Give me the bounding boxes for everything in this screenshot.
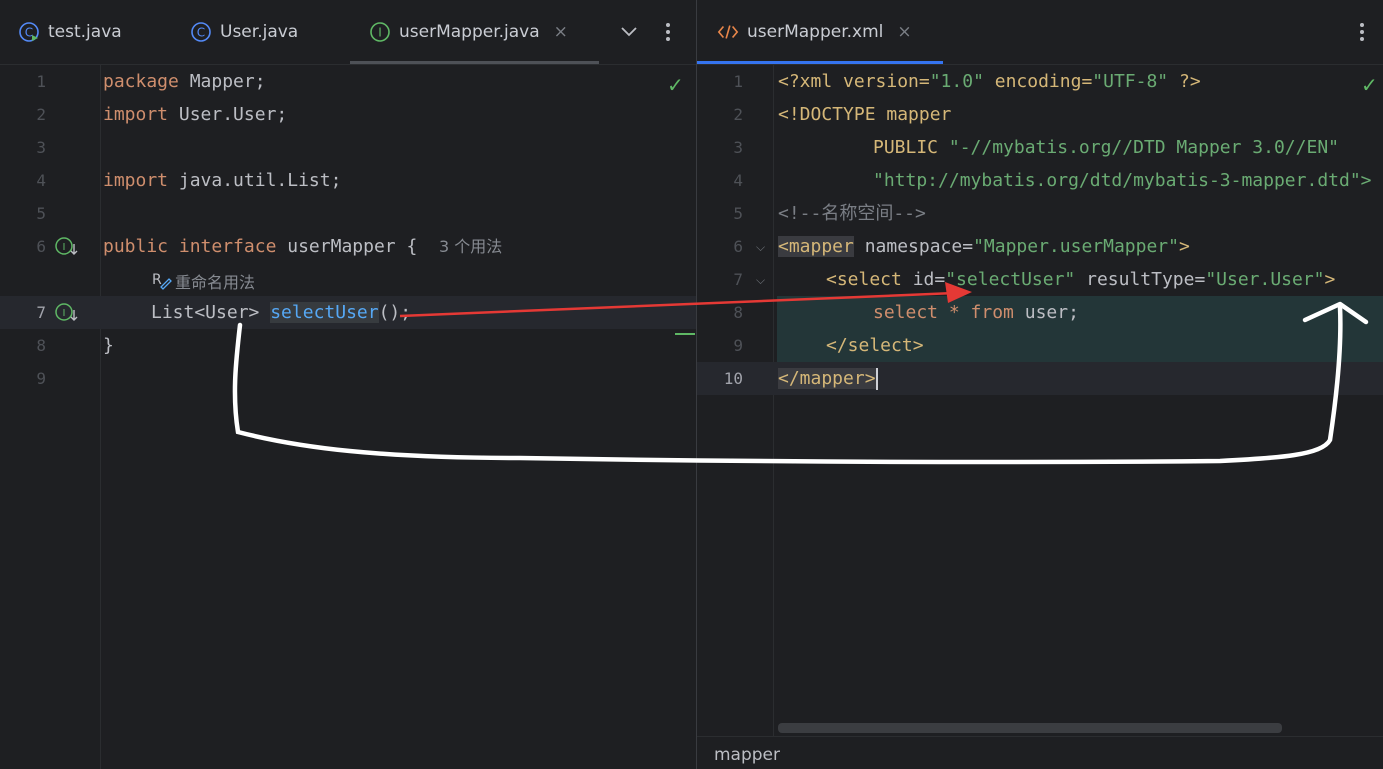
breadcrumb-item[interactable]: mapper: [714, 745, 780, 765]
code-line: 8 select * from user;: [733, 302, 1079, 323]
code-line: 7 I List<User> selectUser();: [36, 302, 412, 324]
left-tab-bar: C test.java C User.java I userMapper.jav…: [0, 0, 696, 65]
tab-label: test.java: [48, 22, 122, 42]
code-line: 6 I public interface userMapper { 3 个用法: [36, 236, 503, 258]
right-editor-pane: userMapper.xml × 1 <?xml version="1.0" e…: [697, 0, 1383, 769]
left-editor-pane: C test.java C User.java I userMapper.jav…: [0, 0, 696, 769]
tab-usermapper-xml[interactable]: userMapper.xml ×: [717, 0, 912, 64]
no-problems-check-icon[interactable]: ✓: [1361, 73, 1378, 97]
xml-icon: [717, 21, 739, 43]
code-line: 4 import java.util.List;: [36, 170, 342, 191]
code-line: 6 ⌵ <mapper namespace="Mapper.userMapper…: [733, 236, 1190, 257]
java-code-editor[interactable]: 1 package Mapper; 2 import User.User; 3 …: [0, 65, 696, 769]
tab-test-java[interactable]: C test.java: [18, 0, 122, 64]
code-line: 5 <!--名称空间-->: [733, 203, 926, 224]
implementation-gutter-icon[interactable]: I: [54, 302, 78, 324]
code-line: 2 <!DOCTYPE mapper: [733, 104, 952, 125]
svg-text:C: C: [25, 26, 33, 40]
svg-text:I: I: [63, 242, 66, 253]
tab-label: User.java: [220, 22, 299, 42]
code-line: 1 package Mapper;: [36, 71, 266, 92]
implementation-gutter-icon[interactable]: I: [54, 236, 78, 258]
no-problems-check-icon[interactable]: ✓: [667, 73, 684, 97]
usages-inlay-hint: 3 个用法: [439, 237, 503, 256]
xml-code-editor[interactable]: 1 <?xml version="1.0" encoding="UTF-8" ?…: [697, 65, 1383, 769]
tab-label: userMapper.java: [399, 22, 540, 42]
tab-label: userMapper.xml: [747, 22, 884, 42]
close-icon[interactable]: ×: [897, 22, 911, 42]
more-options-icon[interactable]: [1350, 20, 1374, 44]
class-icon: C: [190, 21, 212, 43]
code-line: 3 PUBLIC "-//mybatis.org//DTD Mapper 3.0…: [733, 137, 1339, 158]
svg-text:I: I: [378, 26, 382, 40]
text-caret: [875, 368, 878, 390]
code-line: 9: [36, 369, 46, 388]
active-tab-underline: [697, 61, 943, 64]
code-line: 8 }: [36, 335, 114, 356]
svg-text:I: I: [63, 308, 66, 319]
class-run-icon: C: [18, 21, 40, 43]
fold-chevron-icon[interactable]: ⌵: [756, 240, 765, 255]
rename-usages-hint[interactable]: 重命名用法: [175, 269, 255, 293]
code-line: 3: [36, 138, 46, 157]
code-line: 7 ⌵ <select id="selectUser" resultType="…: [733, 269, 1336, 290]
more-options-icon[interactable]: [656, 20, 680, 44]
tab-usermapper-java[interactable]: I userMapper.java ×: [369, 0, 568, 64]
svg-text:C: C: [197, 26, 205, 40]
active-tab-underline: [350, 61, 599, 64]
code-line: 1 <?xml version="1.0" encoding="UTF-8" ?…: [733, 71, 1201, 92]
close-icon[interactable]: ×: [554, 22, 568, 42]
code-line: 10 </mapper>: [723, 368, 878, 390]
svg-text:R: R: [152, 272, 162, 288]
interface-icon: I: [369, 21, 391, 43]
horizontal-scrollbar[interactable]: [778, 723, 1282, 733]
rename-hint-line: R 重命名用法: [0, 263, 696, 296]
code-line: 2 import User.User;: [36, 104, 288, 125]
method-name: selectUser: [270, 302, 379, 323]
code-line: 9 </select>: [733, 335, 924, 356]
code-line: 5: [36, 204, 46, 223]
tab-user-java[interactable]: C User.java: [190, 0, 298, 64]
rename-icon: R: [151, 269, 173, 291]
chevron-down-icon[interactable]: [617, 20, 641, 44]
fold-chevron-icon[interactable]: ⌵: [756, 273, 765, 288]
breadcrumb-bar: mapper: [697, 736, 1383, 769]
right-tab-bar: userMapper.xml ×: [697, 0, 1383, 65]
code-line: 4 "http://mybatis.org/dtd/mybatis-3-mapp…: [733, 170, 1372, 191]
